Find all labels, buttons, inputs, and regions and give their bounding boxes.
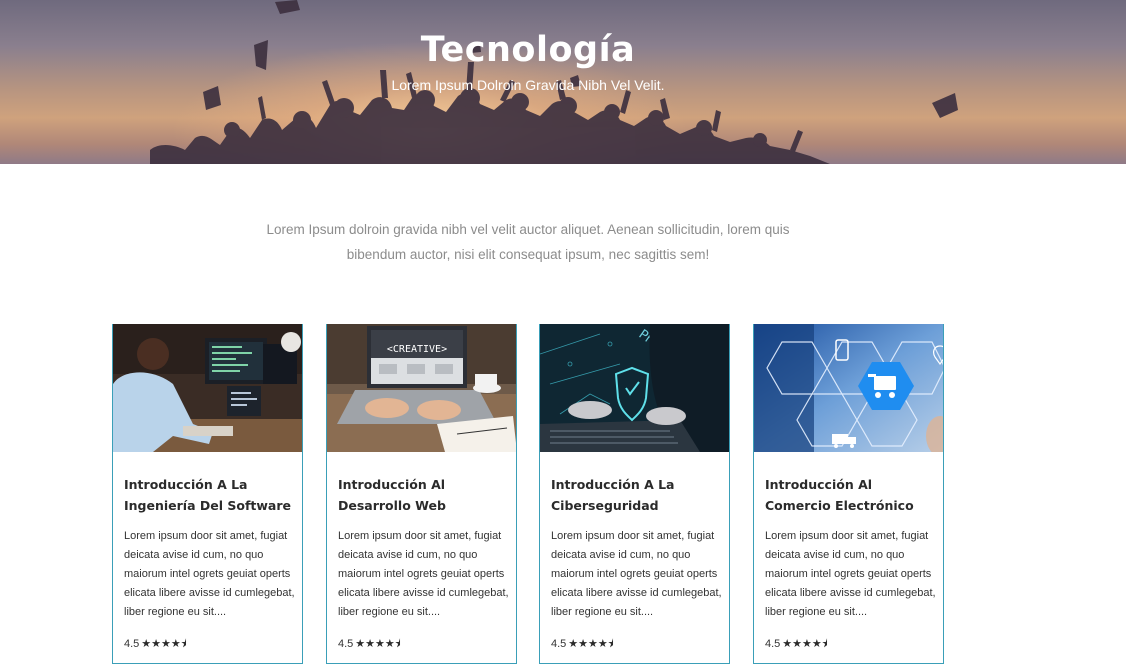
- course-description: Lorem ipsum door sit amet, fugiat deicat…: [765, 530, 936, 618]
- creative-caption: <CREATIVE>: [387, 344, 447, 355]
- rating-value: 4.5: [765, 638, 781, 650]
- course-title[interactable]: Introducción A La Ciberseguridad: [551, 474, 723, 516]
- course-rating: 4.5 ★★★★⯨: [551, 635, 614, 654]
- rating-stars-icon: ★★★★⯨: [141, 638, 187, 650]
- rating-stars-icon: ★★★★⯨: [568, 638, 614, 650]
- course-card-ecommerce[interactable]: Introducción Al Comercio Electrónico Lor…: [753, 324, 944, 664]
- ecommerce-cart-photo: [754, 324, 943, 452]
- rating-value: 4.5: [124, 638, 140, 650]
- intro-paragraph: Lorem Ipsum dolroin gravida nibh vel vel…: [266, 222, 790, 262]
- course-rating: 4.5 ★★★★⯨: [124, 635, 187, 654]
- course-rating: 4.5 ★★★★⯨: [338, 635, 401, 654]
- course-card-web-development[interactable]: <CREATIVE> Introducción Al Desarrollo We…: [326, 324, 517, 664]
- course-description: Lorem ipsum door sit amet, fugiat deicat…: [124, 530, 295, 618]
- course-card-software-engineering[interactable]: Introducción A La Ingeniería Del Softwar…: [112, 324, 303, 664]
- course-title[interactable]: Introducción Al Comercio Electrónico: [765, 474, 937, 516]
- page-subtitle: Lorem Ipsum Dolroin Gravida Nibh Vel Vel…: [391, 77, 665, 93]
- course-card-cybersecurity[interactable]: Protected Introducción A La Cibersegurid…: [539, 324, 730, 664]
- course-description: Lorem ipsum door sit amet, fugiat deicat…: [338, 530, 509, 618]
- hero-banner: Tecnología Lorem Ipsum Dolroin Gravida N…: [0, 0, 1126, 164]
- course-description: Lorem ipsum door sit amet, fugiat deicat…: [551, 530, 722, 618]
- rating-stars-icon: ★★★★⯨: [355, 638, 401, 650]
- page-title: Tecnología: [420, 30, 636, 70]
- course-title[interactable]: Introducción A La Ingeniería Del Softwar…: [124, 474, 296, 516]
- course-rating: 4.5 ★★★★⯨: [765, 635, 828, 654]
- cybersecurity-shield-photo: Protected: [540, 324, 729, 452]
- rating-value: 4.5: [551, 638, 567, 650]
- laptop-creative-photo: <CREATIVE>: [327, 324, 516, 452]
- rating-stars-icon: ★★★★⯨: [782, 638, 828, 650]
- developer-coding-photo: [113, 324, 302, 452]
- rating-value: 4.5: [338, 638, 354, 650]
- course-title[interactable]: Introducción Al Desarrollo Web: [338, 474, 510, 516]
